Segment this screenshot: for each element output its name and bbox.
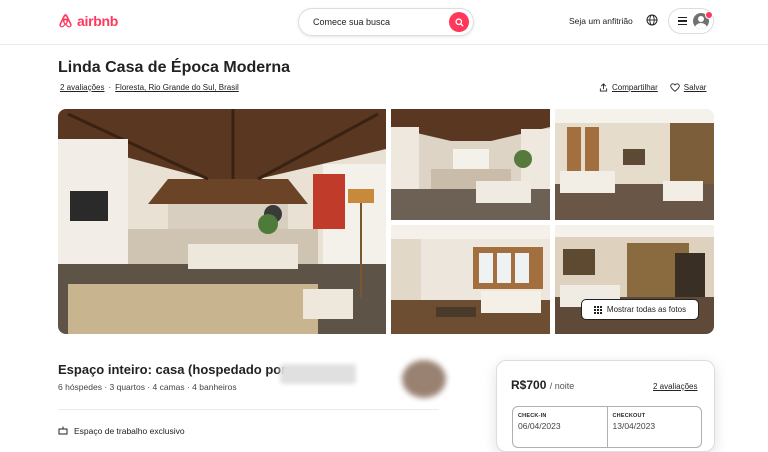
logo-text: airbnb <box>77 13 118 29</box>
checkin-field[interactable]: CHECK-IN 06/04/2023 <box>513 407 607 447</box>
become-host-link[interactable]: Seja um anfitrião <box>569 16 633 26</box>
grid-icon <box>593 305 602 314</box>
share-icon <box>599 83 608 92</box>
divider <box>58 409 439 410</box>
checkout-value: 13/04/2023 <box>612 421 656 431</box>
host-avatar[interactable] <box>402 360 446 398</box>
listing-actions: Compartilhar Salvar <box>599 83 706 92</box>
user-menu-button[interactable] <box>668 8 714 34</box>
date-picker[interactable]: CHECK-IN 06/04/2023 CHECKOUT 13/04/2023 <box>512 406 702 448</box>
price: R$700 / noite <box>511 378 574 392</box>
interior-image-4 <box>391 225 550 334</box>
search-label[interactable]: Comece sua busca <box>313 17 449 27</box>
host-name-redacted <box>280 364 356 384</box>
listing-type-heading: Espaço inteiro: casa (hospedado por <box>58 362 287 377</box>
share-button[interactable]: Compartilhar <box>599 83 658 92</box>
listing-subtitle: 2 avaliações · Floresta, Rio Grande do S… <box>60 83 239 92</box>
airbnb-logo[interactable]: airbnb <box>57 12 118 30</box>
search-bar[interactable]: Comece sua busca <box>298 8 474 36</box>
notification-dot <box>705 11 713 19</box>
menu-icon <box>678 15 687 27</box>
interior-image-2 <box>391 109 550 220</box>
living-room-image <box>58 109 386 334</box>
workspace-icon <box>58 426 68 435</box>
checkout-label: CHECKOUT <box>612 413 646 419</box>
separator: · <box>108 83 112 92</box>
listing-details: 6 hóspedes · 3 quartos · 4 camas · 4 ban… <box>58 382 237 392</box>
photo-2[interactable] <box>391 109 550 220</box>
checkout-field[interactable]: CHECKOUT 13/04/2023 <box>606 407 702 447</box>
listing-title: Linda Casa de Época Moderna <box>58 59 291 76</box>
interior-image-3 <box>555 109 714 220</box>
booking-reviews-link[interactable]: 2 avaliações <box>653 382 697 391</box>
search-button[interactable] <box>449 12 469 32</box>
reviews-link[interactable]: 2 avaliações <box>60 83 104 92</box>
show-all-photos-button[interactable]: Mostrar todas as fotos <box>581 299 699 320</box>
photo-4[interactable] <box>391 225 550 334</box>
per-night-label: / noite <box>549 381 575 391</box>
heart-icon <box>670 83 680 92</box>
globe-icon[interactable] <box>646 14 658 26</box>
photo-3[interactable] <box>555 109 714 220</box>
feature-item: Espaço de trabalho exclusivo <box>58 426 185 436</box>
checkin-label: CHECK-IN <box>518 413 547 419</box>
save-label: Salvar <box>683 83 707 92</box>
show-all-photos-label: Mostrar todas as fotos <box>606 305 687 314</box>
share-label: Compartilhar <box>612 83 658 92</box>
booking-card: R$700 / noite 2 avaliações CHECK-IN 06/0… <box>496 360 715 452</box>
top-nav: airbnb Comece sua busca Seja um anfitriã… <box>0 0 768 45</box>
checkin-value: 06/04/2023 <box>518 421 561 431</box>
feature-label: Espaço de trabalho exclusivo <box>74 426 185 436</box>
airbnb-logo-icon <box>59 14 72 28</box>
location-link[interactable]: Floresta, Rio Grande do Sul, Brasil <box>115 83 239 92</box>
photo-main[interactable] <box>58 109 386 334</box>
search-icon <box>454 17 464 27</box>
price-value: R$700 <box>511 378 547 392</box>
save-button[interactable]: Salvar <box>670 83 707 92</box>
